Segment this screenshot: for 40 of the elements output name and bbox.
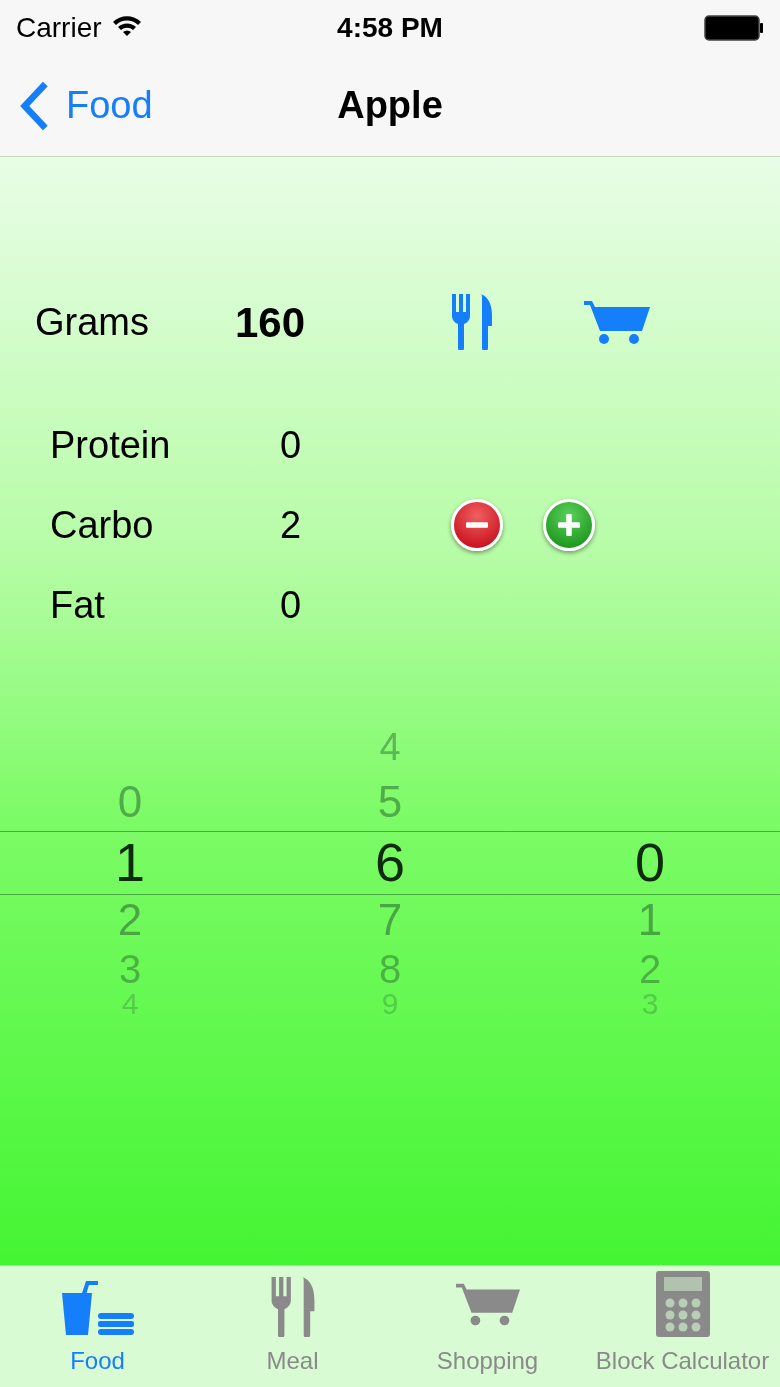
back-label: Food <box>66 83 153 128</box>
screen-title: Apple <box>337 83 443 128</box>
nutrient-label: Carbo <box>50 502 155 548</box>
selected-digit[interactable]: 6 <box>374 835 405 889</box>
tab-item[interactable]: Meal <box>195 1266 390 1387</box>
cart-icon <box>584 299 650 345</box>
tab-item[interactable]: Shopping <box>390 1266 585 1387</box>
picker-digit[interactable]: 1 <box>637 898 663 942</box>
carrier-label: Carrier <box>16 10 102 45</box>
back-button[interactable]: Food <box>20 77 153 134</box>
cart-icon <box>455 1281 520 1327</box>
selected-digit[interactable]: 0 <box>634 835 665 889</box>
battery-icon <box>704 14 764 41</box>
calculator-icon <box>655 1271 710 1337</box>
back-chevron-icon <box>20 80 50 131</box>
fork-and-knife-icon <box>450 294 494 350</box>
minus-icon <box>466 522 489 528</box>
grams-label: Grams <box>35 299 150 345</box>
picker-digit[interactable]: 8 <box>378 949 402 989</box>
plus-button[interactable] <box>543 499 596 551</box>
grams-value: 160 <box>235 297 307 348</box>
nutrient-value: 0 <box>280 582 302 628</box>
wifi-icon <box>111 13 142 36</box>
picker-digit[interactable]: 2 <box>638 949 662 989</box>
nutrient-value: 2 <box>280 502 302 548</box>
picker-digit[interactable]: 7 <box>377 898 403 942</box>
nutrient-label: Protein <box>50 422 172 468</box>
picker-digit[interactable]: 0 <box>117 780 143 824</box>
nutrient-value: 0 <box>280 422 302 468</box>
picker-digit[interactable]: 5 <box>377 780 403 824</box>
picker-digit[interactable]: 2 <box>117 898 143 942</box>
tab-item[interactable]: Food <box>0 1266 195 1387</box>
nutrient-label: Fat <box>50 582 106 628</box>
picker-digit[interactable]: 3 <box>118 949 142 989</box>
minus-button[interactable] <box>451 499 504 551</box>
picker-digit[interactable]: 4 <box>379 728 401 766</box>
selected-digit[interactable]: 1 <box>114 835 145 889</box>
status-time: 4:58 PM <box>337 10 443 45</box>
plus-icon <box>558 514 581 536</box>
tab-item[interactable]: Block Calculator <box>585 1266 780 1387</box>
